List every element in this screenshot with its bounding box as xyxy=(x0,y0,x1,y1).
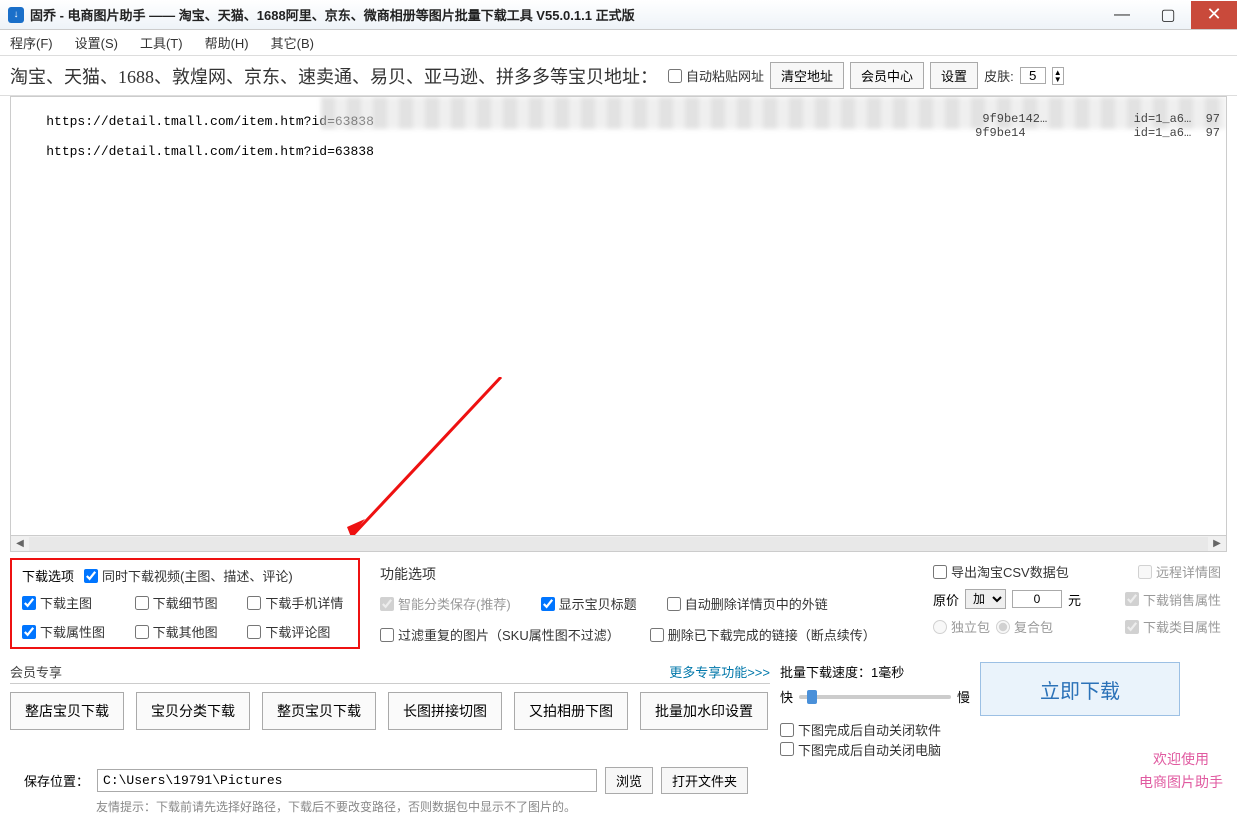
open-folder-button[interactable]: 打开文件夹 xyxy=(661,767,748,794)
filter-dup-checkbox[interactable]: 过滤重复的图片（SKU属性图不过滤） xyxy=(380,625,620,644)
more-features-link[interactable]: 更多专享功能>>> xyxy=(669,662,770,681)
price-unit: 元 xyxy=(1068,590,1081,609)
menu-tools[interactable]: 工具(T) xyxy=(140,33,183,52)
save-label: 保存位置： xyxy=(24,771,89,790)
show-title-checkbox[interactable]: 显示宝贝标题 xyxy=(541,594,637,613)
download-now-button[interactable]: 立即下载 xyxy=(980,662,1180,716)
minimize-button[interactable]: — xyxy=(1099,1,1145,29)
price-label: 原价 xyxy=(933,590,959,609)
menubar: 程序(F) 设置(S) 工具(T) 帮助(H) 其它(B) xyxy=(0,30,1237,56)
speed-fast-label: 快 xyxy=(780,687,793,706)
url-label: 淘宝、天猫、1688、敦煌网、京东、速卖通、易贝、亚马逊、拼多多等宝贝地址： xyxy=(10,63,658,89)
attr-img-checkbox[interactable]: 下载属性图 xyxy=(22,622,123,641)
whole-page-button[interactable]: 整页宝贝下载 xyxy=(262,692,376,730)
save-path-input[interactable] xyxy=(97,769,597,792)
download-options-panel: 下载选项 同时下载视频(主图、描述、评论) 下载主图 下载细节图 下载手机详情 … xyxy=(10,558,360,649)
export-csv-checkbox[interactable]: 导出淘宝CSV数据包 xyxy=(933,562,1069,581)
whole-shop-button[interactable]: 整店宝贝下载 xyxy=(10,692,124,730)
comment-img-checkbox[interactable]: 下载评论图 xyxy=(247,622,348,641)
close-button[interactable]: ✕ xyxy=(1191,1,1237,29)
toolbar: 淘宝、天猫、1688、敦煌网、京东、速卖通、易贝、亚马逊、拼多多等宝贝地址： 自… xyxy=(0,56,1237,96)
remove-done-checkbox[interactable]: 删除已下载完成的链接（断点续传） xyxy=(650,625,876,644)
url-textarea[interactable]: https://detail.tmall.com/item.htm?id=638… xyxy=(10,96,1227,536)
speed-panel: 批量下载速度：1毫秒 快 慢 下图完成后自动关闭软件 下图完成后自动关闭电脑 xyxy=(780,662,970,759)
detail-img-checkbox[interactable]: 下载细节图 xyxy=(135,593,236,612)
window-title: 固乔 - 电商图片助手 —— 淘宝、天猫、1688阿里、京东、微商相册等图片批量… xyxy=(30,5,635,24)
maximize-button[interactable]: ▢ xyxy=(1145,1,1191,29)
close-soft-checkbox[interactable]: 下图完成后自动关闭软件 xyxy=(780,720,941,739)
speed-slow-label: 慢 xyxy=(957,687,970,706)
dl-sale-attr-checkbox: 下载销售属性 xyxy=(1125,590,1221,609)
watermark-button[interactable]: 批量加水印设置 xyxy=(640,692,768,730)
welcome-text: 欢迎使用 电商图片助手 xyxy=(1139,748,1223,793)
main-img-checkbox[interactable]: 下载主图 xyxy=(22,593,123,612)
download-options-title: 下载选项 xyxy=(22,566,74,585)
browse-button[interactable]: 浏览 xyxy=(605,767,653,794)
price-op-select[interactable]: 加 xyxy=(965,589,1006,609)
dl-cat-attr-checkbox: 下载类目属性 xyxy=(1125,617,1221,636)
simul-video-checkbox[interactable]: 同时下载视频(主图、描述、评论) xyxy=(84,566,293,585)
auto-paste-checkbox[interactable]: 自动粘贴网址 xyxy=(668,66,764,85)
speed-label: 批量下载速度：1毫秒 xyxy=(780,662,970,681)
menu-help[interactable]: 帮助(H) xyxy=(205,33,249,52)
price-value-input[interactable] xyxy=(1012,590,1062,608)
scroll-right-icon[interactable]: ▶ xyxy=(1208,537,1226,551)
scroll-left-icon[interactable]: ◀ xyxy=(11,537,29,551)
function-options-title: 功能选项 xyxy=(380,564,915,584)
export-panel: 导出淘宝CSV数据包 远程详情图 原价 加 元 下载销售属性 独立包 复合包 下… xyxy=(927,558,1227,648)
skin-value[interactable] xyxy=(1020,67,1046,84)
mobile-detail-checkbox[interactable]: 下载手机详情 xyxy=(247,593,348,612)
member-center-button[interactable]: 会员中心 xyxy=(850,62,924,89)
function-options-panel: 功能选项 智能分类保存(推荐) 显示宝贝标题 自动删除详情页中的外链 过滤重复的… xyxy=(372,558,915,656)
footer-hint: 友情提示：下载前请先选择好路径，下载后不要改变路径，否则数据包中显示不了图片的。 xyxy=(0,796,1237,821)
close-pc-checkbox[interactable]: 下图完成后自动关闭电脑 xyxy=(780,740,941,759)
menu-other[interactable]: 其它(B) xyxy=(271,33,314,52)
remote-detail-checkbox: 远程详情图 xyxy=(1138,562,1221,581)
long-img-button[interactable]: 长图拼接切图 xyxy=(388,692,502,730)
auto-remove-ext-checkbox[interactable]: 自动删除详情页中的外链 xyxy=(667,594,828,613)
titlebar: ↓ 固乔 - 电商图片助手 —— 淘宝、天猫、1688阿里、京东、微商相册等图片… xyxy=(0,0,1237,30)
skin-label: 皮肤: xyxy=(984,66,1014,85)
speed-slider[interactable] xyxy=(799,695,951,699)
member-label: 会员专享 xyxy=(10,662,62,681)
clear-url-button[interactable]: 清空地址 xyxy=(770,62,844,89)
menu-settings[interactable]: 设置(S) xyxy=(75,33,118,52)
skin-stepper[interactable]: ▲▼ xyxy=(1052,67,1064,85)
pack-compound-radio: 复合包 xyxy=(996,617,1053,636)
horizontal-scrollbar[interactable]: ◀ ▶ xyxy=(10,536,1227,552)
menu-program[interactable]: 程序(F) xyxy=(10,33,53,52)
album-button[interactable]: 又拍相册下图 xyxy=(514,692,628,730)
member-panel: 会员专享 更多专享功能>>> 整店宝贝下载 宝贝分类下载 整页宝贝下载 长图拼接… xyxy=(10,662,770,730)
url-line-2: https://detail.tmall.com/item.htm?id=638… xyxy=(46,144,374,159)
smart-save-checkbox: 智能分类保存(推荐) xyxy=(380,594,511,613)
red-arrow-annotation xyxy=(341,377,521,536)
settings-button[interactable]: 设置 xyxy=(930,62,978,89)
classify-button[interactable]: 宝贝分类下载 xyxy=(136,692,250,730)
other-img-checkbox[interactable]: 下载其他图 xyxy=(135,622,236,641)
save-bar: 保存位置： 浏览 打开文件夹 xyxy=(0,759,1237,796)
pack-single-radio: 独立包 xyxy=(933,617,990,636)
app-icon: ↓ xyxy=(8,7,24,23)
